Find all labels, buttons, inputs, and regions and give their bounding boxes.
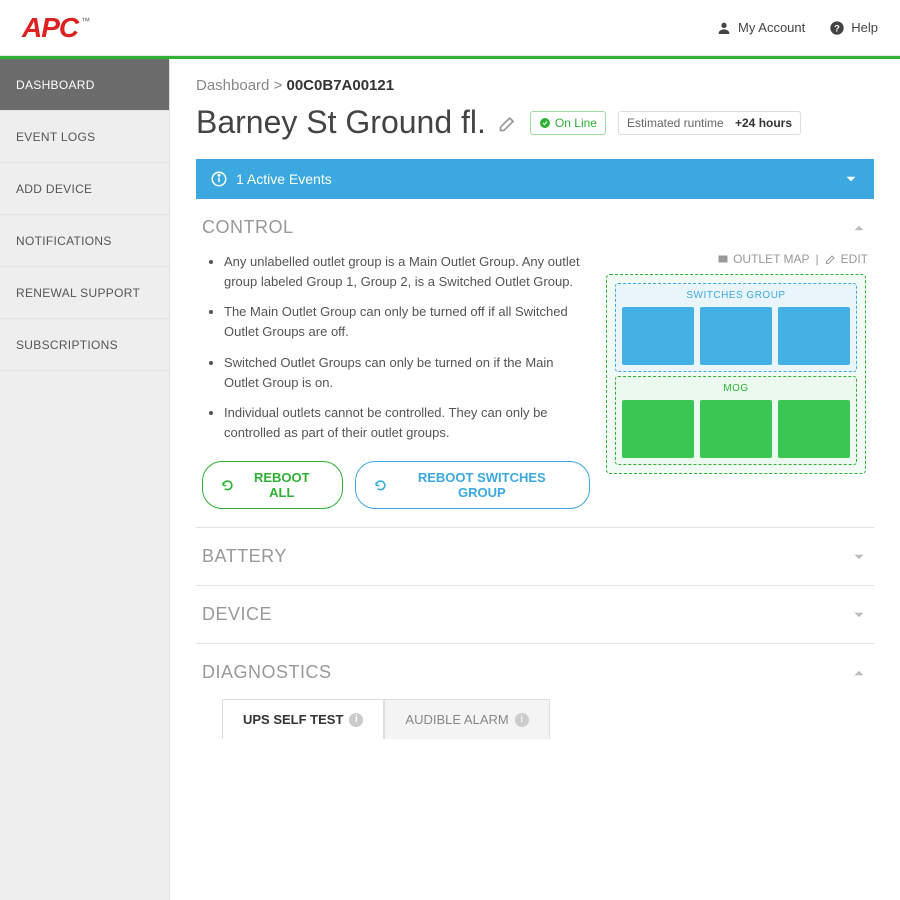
chevron-down-icon <box>842 170 860 188</box>
brand-logo: APC ™ <box>22 12 90 44</box>
help-label: Help <box>851 20 878 35</box>
runtime-badge: Estimated runtime +24 hours <box>618 111 801 135</box>
help-link[interactable]: ? Help <box>829 20 878 36</box>
active-events-bar[interactable]: 1 Active Events <box>196 159 874 199</box>
device-header[interactable]: DEVICE <box>202 604 868 625</box>
list-item: Switched Outlet Groups can only be turne… <box>224 353 590 393</box>
sidebar-item-renewal-support[interactable]: RENEWAL SUPPORT <box>0 267 169 319</box>
outlet <box>700 307 772 365</box>
edit-map-link[interactable]: EDIT <box>825 252 868 266</box>
my-account-label: My Account <box>738 20 805 35</box>
info-icon <box>210 170 228 188</box>
outlet <box>778 400 850 458</box>
sidebar-item-notifications[interactable]: NOTIFICATIONS <box>0 215 169 267</box>
breadcrumb-root[interactable]: Dashboard <box>196 77 269 94</box>
breadcrumb-sep: > <box>274 77 283 94</box>
device-panel: DEVICE <box>196 586 874 644</box>
reboot-switches-button[interactable]: REBOOT SWITCHES GROUP <box>355 461 590 509</box>
chevron-down-icon <box>850 548 868 566</box>
control-header[interactable]: CONTROL <box>202 217 868 238</box>
outlet <box>778 307 850 365</box>
sidebar-item-subscriptions[interactable]: SUBSCRIPTIONS <box>0 319 169 371</box>
pencil-icon <box>498 113 518 133</box>
info-icon: i <box>515 713 529 727</box>
check-circle-icon <box>539 117 551 129</box>
breadcrumb-current: 00C0B7A00121 <box>287 77 395 94</box>
reboot-all-button[interactable]: REBOOT ALL <box>202 461 343 509</box>
outlet-map-link[interactable]: OUTLET MAP <box>717 252 809 266</box>
diagnostics-header[interactable]: DIAGNOSTICS <box>202 662 868 683</box>
tab-audible-alarm[interactable]: AUDIBLE ALARM i <box>384 699 549 739</box>
chevron-up-icon <box>850 219 868 237</box>
sidebar: DASHBOARD EVENT LOGS ADD DEVICE NOTIFICA… <box>0 59 170 900</box>
list-item: Individual outlets cannot be controlled.… <box>224 403 590 443</box>
map-actions: OUTLET MAP | EDIT <box>606 252 868 266</box>
top-actions: My Account ? Help <box>716 20 878 36</box>
title-row: Barney St Ground fl. On Line Estimated r… <box>196 104 874 141</box>
list-item: Any unlabelled outlet group is a Main Ou… <box>224 252 590 292</box>
help-icon: ? <box>829 20 845 36</box>
sidebar-item-add-device[interactable]: ADD DEVICE <box>0 163 169 215</box>
control-panel: CONTROL Any unlabelled outlet group is a… <box>196 199 874 528</box>
my-account-link[interactable]: My Account <box>716 20 805 36</box>
outlet-map: SWITCHES GROUP MOG <box>606 274 866 474</box>
page-title: Barney St Ground fl. <box>196 104 486 141</box>
status-badge: On Line <box>530 111 606 135</box>
user-icon <box>716 20 732 36</box>
main-content: Dashboard > 00C0B7A00121 Barney St Groun… <box>170 59 900 900</box>
svg-text:?: ? <box>834 23 840 33</box>
diagnostics-tabs: UPS SELF TEST i AUDIBLE ALARM i <box>222 699 868 739</box>
chevron-up-icon <box>850 664 868 682</box>
tab-ups-self-test[interactable]: UPS SELF TEST i <box>222 699 384 739</box>
battery-panel: BATTERY <box>196 528 874 586</box>
outlet <box>700 400 772 458</box>
list-item: The Main Outlet Group can only be turned… <box>224 302 590 342</box>
sidebar-item-event-logs[interactable]: EVENT LOGS <box>0 111 169 163</box>
diagnostics-panel: DIAGNOSTICS UPS SELF TEST i AUDIBLE ALAR… <box>196 644 874 757</box>
outlet <box>622 307 694 365</box>
chevron-down-icon <box>850 606 868 624</box>
switches-group[interactable]: SWITCHES GROUP <box>615 283 857 372</box>
edit-title-icon[interactable] <box>498 113 518 133</box>
brand-text: APC <box>22 12 78 44</box>
battery-header[interactable]: BATTERY <box>202 546 868 567</box>
pencil-icon <box>825 253 837 265</box>
top-bar: APC ™ My Account ? Help <box>0 0 900 56</box>
image-icon <box>717 253 729 265</box>
info-icon: i <box>349 713 363 727</box>
trademark: ™ <box>81 16 90 26</box>
refresh-icon <box>221 479 234 492</box>
refresh-icon <box>374 479 387 492</box>
sidebar-item-dashboard[interactable]: DASHBOARD <box>0 59 169 111</box>
main-outlet-group[interactable]: MOG <box>615 376 857 465</box>
outlet <box>622 400 694 458</box>
breadcrumb: Dashboard > 00C0B7A00121 <box>196 77 874 94</box>
events-text: 1 Active Events <box>236 171 332 187</box>
control-description: Any unlabelled outlet group is a Main Ou… <box>202 252 590 509</box>
